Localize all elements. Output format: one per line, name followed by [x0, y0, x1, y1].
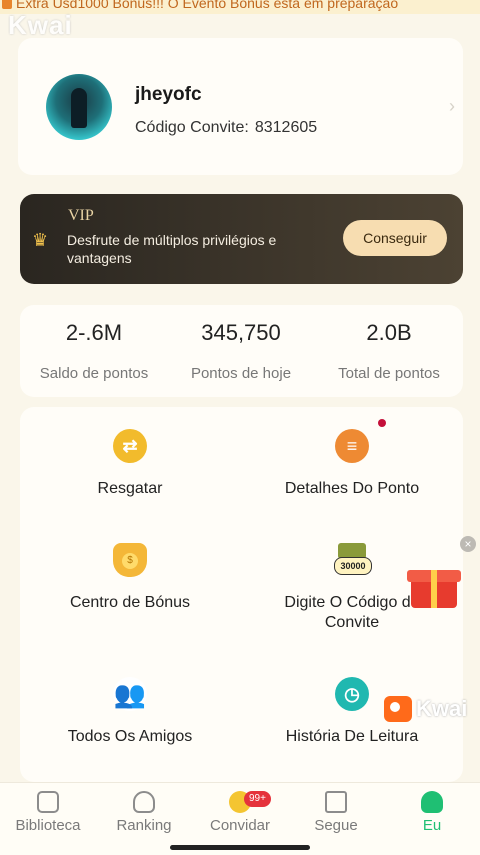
exchange-icon: ⇄: [113, 429, 147, 463]
tab-ranking[interactable]: Ranking: [96, 791, 192, 834]
tab-label: Eu: [422, 817, 442, 834]
invite-code-row: Código Convite: 8312605: [135, 119, 323, 137]
friends-icon: 👥: [113, 677, 147, 711]
stat-value: 2‑.6M: [65, 320, 123, 345]
menu-item-redeem[interactable]: ⇄ Resgatar: [40, 429, 220, 499]
clock-icon: ◷: [335, 677, 369, 711]
megaphone-icon: [2, 0, 12, 9]
trophy-icon: [133, 791, 155, 813]
menu-item-point-details[interactable]: ≡ Detalhes Do Ponto: [262, 429, 442, 499]
vip-title: VIP: [68, 207, 94, 224]
tab-me[interactable]: Eu: [384, 791, 480, 834]
crown-icon: ♛: [32, 230, 49, 250]
invite-code-label: Código Convite:: [135, 119, 249, 136]
vip-get-button[interactable]: Conseguir: [343, 220, 447, 256]
invite-code-value: 8312605: [254, 119, 318, 136]
stat-value: 345,750: [201, 320, 281, 345]
menu-item-label: Detalhes Do Ponto: [284, 480, 420, 497]
tab-label: Ranking: [116, 817, 172, 834]
menu-item-label: História De Leitura: [285, 728, 419, 745]
add-bookmark-icon: [325, 791, 347, 813]
stat-label: Total de pontos: [338, 365, 440, 382]
invite-badge: 99+: [244, 791, 271, 807]
kwai-watermark-text: Kwai: [416, 696, 468, 721]
username: jheyofc: [135, 84, 202, 105]
coins-stack-icon: ≡: [335, 429, 369, 463]
avatar-figure: [71, 88, 87, 128]
tab-label: Biblioteca: [15, 817, 81, 834]
home-indicator: [170, 845, 310, 850]
kwai-watermark: Kwai: [8, 10, 73, 40]
stat-value: 2.0B: [366, 320, 412, 345]
tab-label: Convidar: [209, 817, 271, 834]
user-icon: [421, 791, 443, 813]
tab-library[interactable]: Biblioteca: [0, 791, 96, 834]
banner-text: Extra Usd1000 Bonus!!! O Evento Bonus es…: [16, 0, 399, 11]
money-bag-icon: $: [113, 543, 147, 577]
menu-item-bonus-center[interactable]: $ Centro de Bónus: [40, 543, 220, 613]
invite-code-icon: 30000: [334, 543, 372, 577]
close-icon[interactable]: ×: [460, 536, 476, 552]
profile-card[interactable]: jheyofc Código Convite: 8312605 ›: [18, 38, 463, 175]
kwai-logo-icon: [384, 696, 412, 722]
library-icon: [37, 791, 59, 813]
menu-item-all-friends[interactable]: 👥 Todos Os Amigos: [40, 677, 220, 747]
vip-banner[interactable]: VIP ♛ Desfrute de múltiplos privilégios …: [20, 194, 463, 284]
vip-description: Desfrute de múltiplos privilégios e vant…: [67, 232, 277, 266]
menu-item-reading-history[interactable]: ◷ História De Leitura: [262, 677, 442, 747]
invite-reward-text: 30000: [334, 557, 372, 575]
tab-label: Segue: [314, 817, 358, 834]
tab-following[interactable]: Segue: [288, 791, 384, 834]
gift-icon[interactable]: [407, 566, 463, 610]
stat-label: Saldo de pontos: [39, 365, 149, 382]
notification-dot: [378, 419, 386, 427]
stat-label: Pontos de hoje: [190, 365, 292, 382]
menu-grid: ⇄ Resgatar ≡ Detalhes Do Ponto $ Centro …: [20, 407, 463, 782]
menu-item-label: Todos Os Amigos: [67, 728, 193, 745]
tab-invite[interactable]: 99+ Convidar: [192, 791, 288, 834]
menu-item-label: Centro de Bónus: [69, 594, 191, 611]
menu-item-label: Resgatar: [97, 480, 163, 497]
points-summary: 2‑.6M Saldo de pontos 345,750 Pontos de …: [20, 305, 463, 397]
avatar[interactable]: [46, 74, 112, 140]
chevron-right-icon[interactable]: ›: [449, 96, 455, 117]
